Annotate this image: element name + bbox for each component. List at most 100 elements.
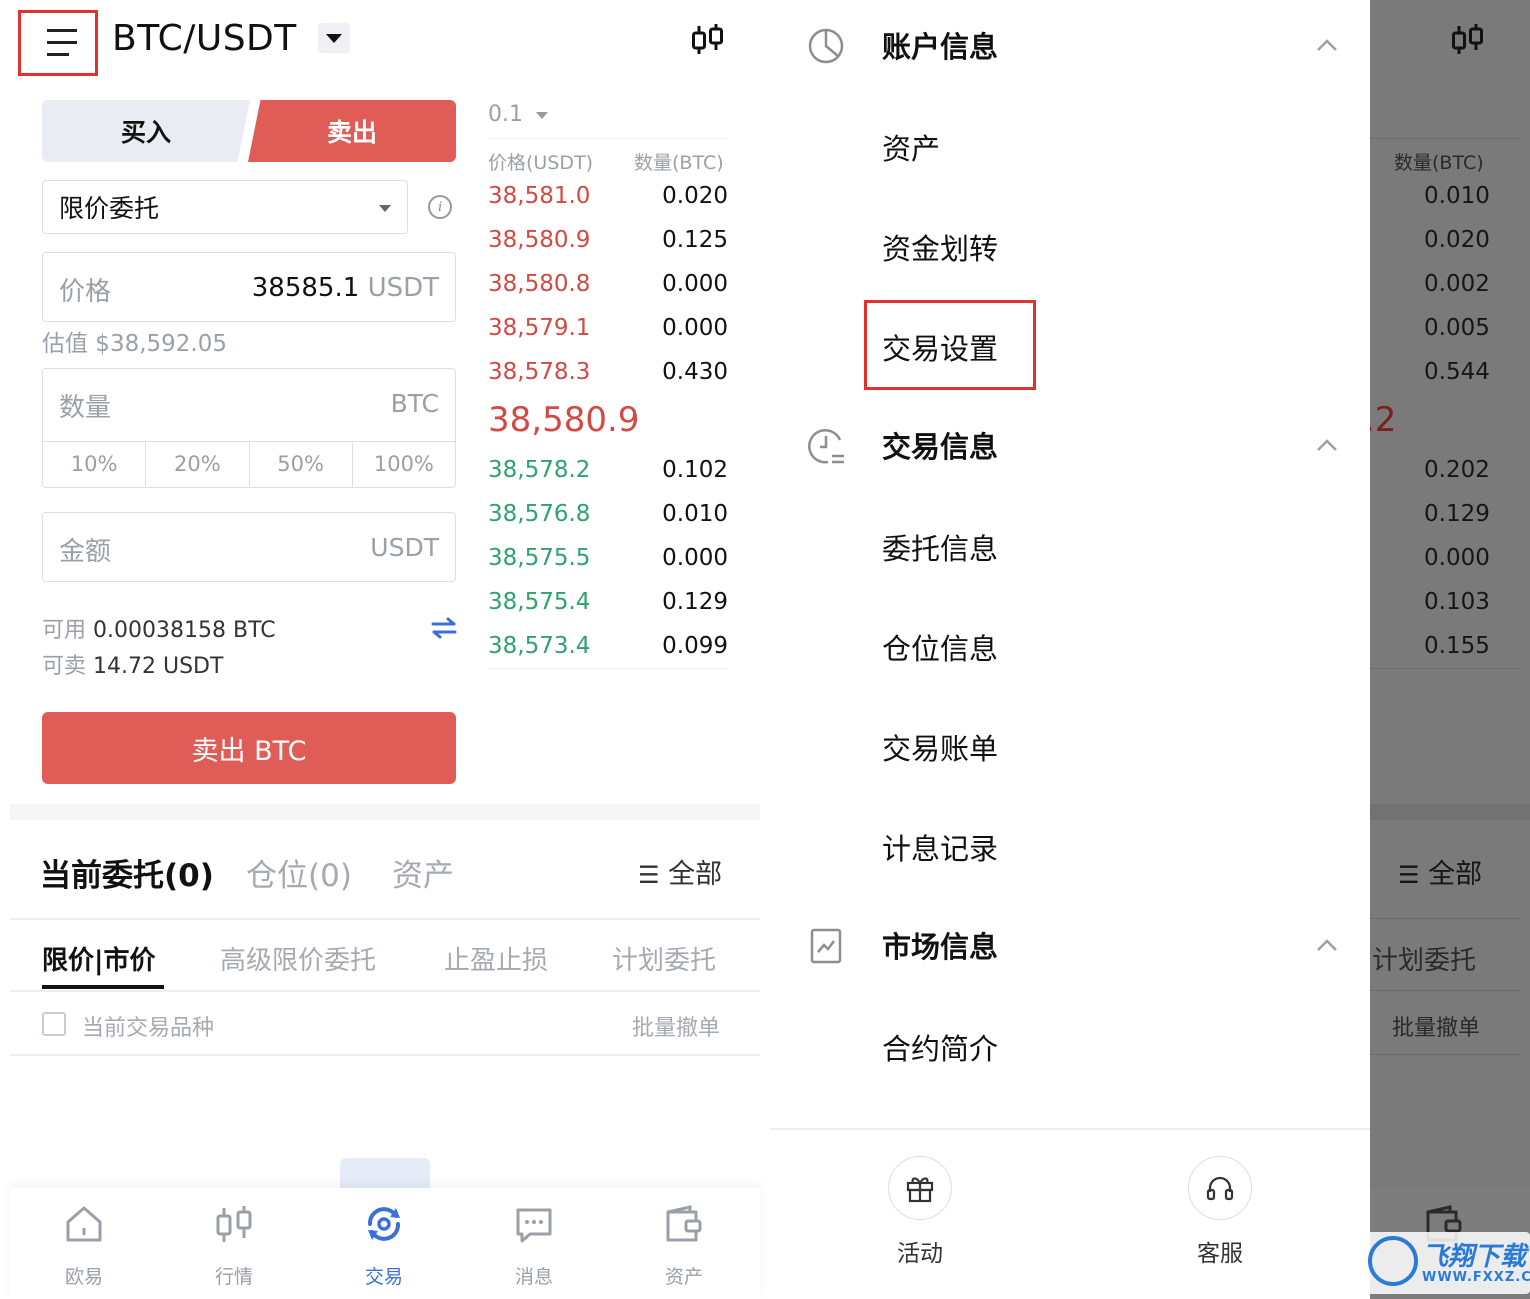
watermark: 飞翔下载 WWW.FXXZ.COM bbox=[1364, 1232, 1530, 1294]
section-market-info[interactable]: 市场信息 bbox=[882, 924, 998, 966]
transfer-icon[interactable] bbox=[430, 616, 458, 640]
section-divider bbox=[10, 804, 760, 820]
menu-item-orders[interactable]: 委托信息 bbox=[882, 526, 998, 568]
percent-50[interactable]: 50% bbox=[250, 442, 353, 487]
subtab-plan-order[interactable]: 计划委托 bbox=[612, 940, 716, 977]
subtab-tp-sl[interactable]: 止盈止损 bbox=[444, 940, 548, 977]
menu-item-interest[interactable]: 计息记录 bbox=[882, 826, 998, 868]
bid-row[interactable]: 38,575.4 0.129 bbox=[488, 589, 728, 633]
bid-qty: 0.099 bbox=[662, 633, 728, 659]
bottom-nav: 欧易 行情 交易 消息 资产 bbox=[10, 1188, 760, 1299]
tabs-divider bbox=[10, 918, 760, 920]
tab-current-orders[interactable]: 当前委托(0) bbox=[40, 850, 214, 895]
menu-icon-mid bbox=[47, 41, 77, 44]
menu-button[interactable] bbox=[18, 10, 98, 76]
quantity-label: 数量 bbox=[59, 393, 112, 423]
nav-home[interactable]: 欧易 bbox=[34, 1202, 134, 1289]
bid-price: 38,576.8 bbox=[488, 501, 591, 527]
ask-price: 38,580.9 bbox=[488, 227, 591, 253]
pair-dropdown-icon[interactable] bbox=[318, 23, 350, 53]
ask-price: 38,580.8 bbox=[488, 271, 591, 297]
bid-row[interactable]: 38,575.5 0.000 bbox=[488, 545, 728, 589]
ask-row[interactable]: 38,580.9 0.125 bbox=[488, 227, 728, 271]
depth-step-select[interactable]: 0.1 bbox=[488, 102, 523, 127]
message-icon bbox=[516, 1208, 552, 1243]
list-icon: ☰ bbox=[1398, 861, 1420, 889]
ask-price: 38,579.1 bbox=[488, 315, 591, 341]
orderbook-price-header: 价格(USDT) bbox=[488, 152, 594, 174]
amount-input[interactable]: 金额 USDT bbox=[42, 512, 456, 582]
can-sell-label: 可卖 bbox=[42, 654, 87, 679]
subtab-advanced-limit[interactable]: 高级限价委托 bbox=[220, 940, 376, 977]
bid-price: 38,573.4 bbox=[488, 633, 591, 659]
kline-icon bbox=[216, 1206, 252, 1242]
chevron-up-icon[interactable] bbox=[1316, 38, 1338, 52]
list-icon: ☰ bbox=[638, 861, 660, 889]
batch-cancel-button[interactable]: 批量撤单 bbox=[632, 1010, 720, 1042]
info-icon[interactable]: i bbox=[428, 195, 452, 219]
percent-selector: 10% 20% 50% 100% bbox=[43, 441, 455, 487]
buy-tab[interactable]: 买入 bbox=[42, 100, 250, 162]
overlay-filter-label: 全部 bbox=[1428, 859, 1483, 890]
dropdown-caret-icon bbox=[379, 205, 391, 212]
overlay-qty-header: 数量(BTC) bbox=[1394, 152, 1484, 174]
dim-overlay[interactable]: 数量(BTC) 0.010 0.020 0.002 0.005 0.544 .2… bbox=[1370, 0, 1530, 1299]
menu-item-transfer[interactable]: 资金划转 bbox=[882, 226, 998, 268]
section-account-info[interactable]: 账户信息 bbox=[882, 24, 998, 66]
ask-row[interactable]: 38,578.3 0.430 bbox=[488, 359, 728, 403]
nav-label: 资产 bbox=[664, 1266, 703, 1288]
filter-all-button[interactable]: ☰ 全部 bbox=[638, 852, 722, 891]
section-trade-info[interactable]: 交易信息 bbox=[882, 424, 998, 466]
current-pair-checkbox[interactable] bbox=[42, 1012, 66, 1036]
bid-row[interactable]: 38,578.2 0.102 bbox=[488, 457, 728, 501]
overlay-divider bbox=[1370, 918, 1520, 919]
chevron-up-icon[interactable] bbox=[1316, 438, 1338, 452]
nav-assets[interactable]: 资产 bbox=[634, 1202, 734, 1289]
sell-tab[interactable]: 卖出 bbox=[248, 100, 456, 162]
home-icon bbox=[66, 1206, 102, 1242]
bid-qty: 0.129 bbox=[662, 589, 728, 615]
menu-item-assets[interactable]: 资产 bbox=[882, 126, 940, 168]
activity-button[interactable]: 活动 bbox=[860, 1156, 980, 1268]
overlay-divider bbox=[1370, 138, 1520, 139]
last-price[interactable]: 38,580.9 bbox=[488, 400, 639, 440]
order-type-select[interactable]: 限价委托 bbox=[42, 180, 408, 234]
tab-assets[interactable]: 资产 bbox=[392, 850, 454, 895]
overlay-ask-qty: 0.002 bbox=[1424, 271, 1490, 297]
bid-row[interactable]: 38,573.4 0.099 bbox=[488, 633, 728, 677]
percent-100[interactable]: 100% bbox=[353, 442, 455, 487]
activity-circle bbox=[888, 1156, 952, 1220]
nav-trade[interactable]: 交易 bbox=[334, 1202, 434, 1289]
support-label: 客服 bbox=[1197, 1241, 1243, 1267]
menu-icon-short bbox=[47, 53, 69, 56]
sell-btc-button[interactable]: 卖出 BTC bbox=[42, 712, 456, 784]
percent-20[interactable]: 20% bbox=[146, 442, 250, 487]
tab-positions[interactable]: 仓位(0) bbox=[246, 850, 352, 895]
price-value-wrap: 38585.1 USDT bbox=[252, 273, 439, 303]
ask-row[interactable]: 38,581.0 0.020 bbox=[488, 183, 728, 227]
nav-label: 欧易 bbox=[64, 1266, 103, 1288]
support-button[interactable]: 客服 bbox=[1160, 1156, 1280, 1268]
filter-label: 全部 bbox=[668, 859, 723, 890]
price-input[interactable]: 价格 38585.1 USDT bbox=[42, 252, 456, 322]
chevron-up-icon[interactable] bbox=[1316, 938, 1338, 952]
ask-row[interactable]: 38,579.1 0.000 bbox=[488, 315, 728, 359]
depth-step-caret-icon[interactable] bbox=[536, 112, 548, 119]
bid-qty: 0.102 bbox=[662, 457, 728, 483]
ask-row[interactable]: 38,580.8 0.000 bbox=[488, 271, 728, 315]
nav-messages[interactable]: 消息 bbox=[484, 1202, 584, 1289]
nav-markets[interactable]: 行情 bbox=[184, 1202, 284, 1289]
menu-item-positions[interactable]: 仓位信息 bbox=[882, 626, 998, 668]
orderbook-bottom-divider bbox=[488, 668, 728, 669]
quantity-input[interactable]: 数量 BTC 10% 20% 50% 100% bbox=[42, 368, 456, 488]
menu-item-bills[interactable]: 交易账单 bbox=[882, 726, 998, 768]
subtab-limit-market[interactable]: 限价|市价 bbox=[42, 940, 156, 977]
price-value: 38585.1 bbox=[251, 273, 360, 303]
pair-title[interactable]: BTC/USDT bbox=[112, 18, 297, 59]
kline-icon[interactable] bbox=[690, 22, 726, 58]
bid-row[interactable]: 38,576.8 0.010 bbox=[488, 501, 728, 545]
menu-item-contract-info[interactable]: 合约简介 bbox=[882, 1026, 998, 1068]
available-label: 可用 bbox=[42, 618, 87, 643]
percent-10[interactable]: 10% bbox=[43, 442, 147, 487]
footer-divider bbox=[770, 1128, 1370, 1130]
